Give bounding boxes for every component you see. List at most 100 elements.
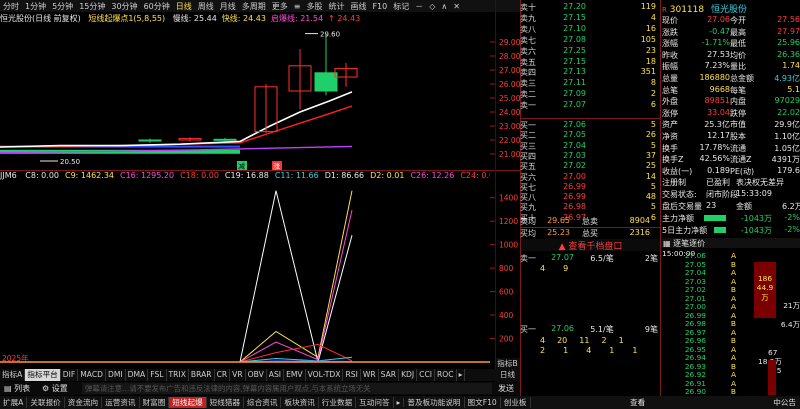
toolbar-item-7[interactable]: 周线 [198,1,214,12]
comment-input[interactable]: 弹幕请注意…请不要发布广告和违反法律的内容,弹幕内容属用户观点,与本系统立场无关 [82,383,492,394]
bottom-tab-6[interactable]: 短线猎器 [207,397,245,408]
ask-row-0[interactable]: 卖十 27.20 119 [520,2,660,13]
tab-12[interactable]: ASI [267,369,285,381]
toolbar-item-19[interactable]: ∧ [441,2,447,11]
bid-label-7: 买八 [520,193,536,203]
toolbar-item-11[interactable]: ≡ [294,2,301,11]
announcement-link[interactable]: 中公告 [773,397,796,408]
list-button[interactable]: ▤ 列表 [0,383,42,394]
toolbar-item-9[interactable]: 多周期 [242,1,266,12]
bottom-tab-0[interactable]: 扩展A [0,397,28,408]
tab-15[interactable]: RSI [343,369,361,381]
bid-row-2[interactable]: 买三 27.04 5 [520,141,660,152]
bid-row-7[interactable]: 买八 26.99 48 [520,192,660,203]
candle-body-0[interactable] [138,139,162,142]
ask-row-5[interactable]: 卖五 27.15 18 [520,57,660,68]
bottom-tab-12[interactable]: 普及板功能说明 [404,397,465,408]
ask-label-6: 卖四 [520,68,536,78]
bottom-tab-11[interactable]: ▸ [394,398,405,407]
bid-row-1[interactable]: 买二 27.05 26 [520,130,660,141]
q-buy-r2: 2 1 4 1 1 [520,346,660,357]
tab-5[interactable]: DMA [126,369,149,381]
ask-row-3[interactable]: 卖七 27.08 105 [520,35,660,46]
quote-cell-1-1: -0.47 [709,26,730,36]
toolbar-item-6[interactable]: 日线 [176,1,192,12]
bottom-tab-14[interactable]: 创业板 [501,397,531,408]
bid-row-8[interactable]: 买九 26.98 5 [520,202,660,213]
toolbar-item-18[interactable]: ◇ [429,2,435,11]
bottom-tab-5[interactable]: 短线起爆 [169,397,207,408]
toolbar-item-17[interactable]: － [415,1,423,12]
tab-16[interactable]: WR [361,369,379,381]
candle-body-2[interactable] [213,138,237,141]
candle-body-5[interactable] [314,72,338,92]
toolbar-item-5[interactable]: 60分钟 [144,1,170,12]
ask-row-2[interactable]: 卖八 27.10 16 [520,24,660,35]
bottom-tab-13[interactable]: 图文F10 [465,397,501,408]
kline-chart[interactable]: 29.00 28.00 27.00 26.00 25.00 24.00 23.00 22.00… [0,24,520,170]
quote-cell-16-2: 金额 [736,201,752,211]
ask-row-6[interactable]: 卖四 27.13 351 [520,67,660,78]
view-1000-level-button[interactable]: ▲ 查看千档盘口 [521,239,660,252]
bid-row-4[interactable]: 买五 27.02 25 [520,161,660,172]
bid-row-6[interactable]: 买七 26.99 5 [520,182,660,193]
high-annotation: 29.60 [320,31,340,39]
tab-8[interactable]: BRAR [189,369,215,381]
view-link[interactable]: 查看 [630,397,645,408]
bottom-tab-9[interactable]: 行业数据 [319,397,357,408]
tab-1[interactable]: 指标平台 [25,369,61,381]
bid-row-0[interactable]: 买一 27.06 5 [520,120,660,131]
tab-2[interactable]: DIF [61,369,79,381]
send-button[interactable]: 发送 [492,383,520,394]
tab-7[interactable]: TRIX [167,369,189,381]
indicator-chart[interactable]: 1400 1200 1000 800 600 400 200 2025年 [0,182,520,368]
quote-cell-1-0: 涨跌 [662,27,678,37]
quote-cell-12-3: 4391万 [771,155,800,165]
toolbar-item-14[interactable]: 画线 [350,1,366,12]
toolbar-item-15[interactable]: F10 [372,2,387,11]
tab-18[interactable]: KDJ [399,369,418,381]
toolbar-item-0[interactable]: 分时 [3,1,19,12]
ask-row-8[interactable]: 卖二 27.09 2 [520,89,660,100]
toolbar-item-20[interactable]: ✕ [453,2,460,11]
ask-row-4[interactable]: 卖六 27.25 23 [520,46,660,57]
bottom-tab-8[interactable]: 板块资讯 [281,397,319,408]
bid-row-3[interactable]: 买四 27.03 37 [520,151,660,162]
toolbar-item-1[interactable]: 1分钟 [25,1,46,12]
ask-row-1[interactable]: 卖九 27.15 4 [520,13,660,24]
tab-6[interactable]: FSL [148,369,167,381]
ask-row-7[interactable]: 卖三 27.11 8 [520,78,660,89]
ask-row-9[interactable]: 卖一 27.07 6 [520,100,660,111]
bottom-tab-4[interactable]: 财富圈 [140,397,170,408]
toolbar-item-4[interactable]: 30分钟 [111,1,137,12]
toolbar-item-13[interactable]: 统计 [328,1,344,12]
tab-20[interactable]: ROC [435,369,457,381]
tab-0[interactable]: 指标A [0,369,26,381]
tab-right-day[interactable]: 日线 [495,369,520,381]
bottom-tab-7[interactable]: 综合资讯 [244,397,282,408]
toolbar-item-12[interactable]: 多股 [306,1,322,12]
tab-9[interactable]: CR [215,369,231,381]
bottom-tab-3[interactable]: 运营资讯 [102,397,140,408]
toolbar-item-10[interactable]: 更多 [272,1,288,12]
toolbar-item-16[interactable]: 标记 [393,1,409,12]
toolbar-item-3[interactable]: 15分钟 [79,1,105,12]
settings-button[interactable]: ⚙ 设置 [42,383,82,394]
toolbar-item-8[interactable]: 月线 [220,1,236,12]
tab-17[interactable]: SAR [379,369,400,381]
bottom-tab-10[interactable]: 互动问答 [356,397,394,408]
bid-row-5[interactable]: 买六 27.00 14 [520,172,660,183]
bid-label-6: 买七 [520,182,536,192]
tab-19[interactable]: CCI [417,369,435,381]
bottom-tab-1[interactable]: 关联报价 [27,397,65,408]
tab-3[interactable]: MACD [78,369,106,381]
toolbar-item-2[interactable]: 5分钟 [52,1,73,12]
tab-14[interactable]: VOL-TDX [306,369,344,381]
tab-21[interactable]: ▸ [457,369,466,381]
tab-11[interactable]: OBV [246,369,267,381]
tab-10[interactable]: VR [230,369,246,381]
tab-4[interactable]: DMI [106,369,126,381]
bottom-tab-2[interactable]: 资金流向 [65,397,103,408]
tab-right-b[interactable]: 指标B [495,358,520,369]
tab-13[interactable]: EMV [284,369,306,381]
